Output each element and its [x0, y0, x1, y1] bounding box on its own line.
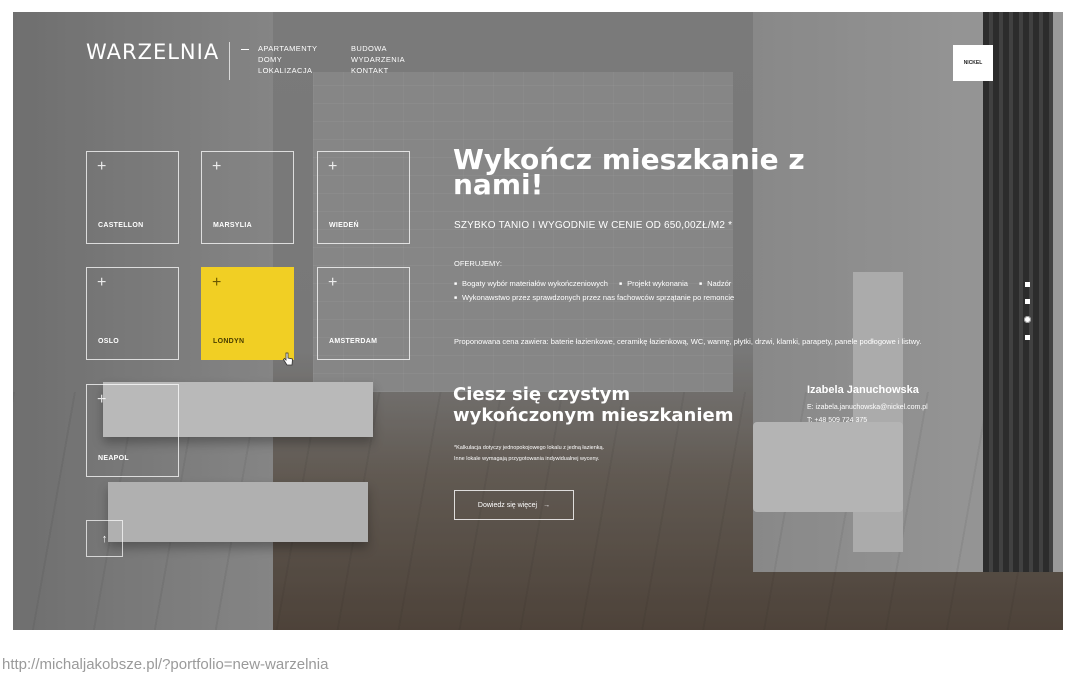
nav-link-apartamenty[interactable]: APARTAMENTY: [258, 43, 317, 54]
offer-item: Wykonawstwo przez sprawdzonych przez nas…: [454, 293, 734, 302]
hero-headline: Wykończ mieszkanie z nami!: [453, 143, 805, 201]
tile-neapol[interactable]: + NEAPOL: [86, 384, 179, 477]
offer-list: Bogaty wybór materiałów wykończeniowych …: [454, 277, 974, 305]
nav-link-wydarzenia[interactable]: WYDARZENIA: [351, 54, 405, 65]
nav-link-lokalizacja[interactable]: LOKALIZACJA: [258, 65, 317, 76]
plus-icon: +: [97, 274, 107, 291]
caption-url[interactable]: http://michaljakobsze.pl/?portfolio=new-…: [2, 657, 328, 673]
plus-icon: +: [212, 158, 222, 175]
tile-castellon[interactable]: + CASTELLON: [86, 151, 179, 244]
calculation-note: *Kalkulacja dotyczy jednopokojowego loka…: [454, 443, 754, 465]
slider-dots: [1024, 282, 1031, 352]
main-nav-col2: BUDOWA WYDARZENIA KONTAKT: [351, 43, 405, 76]
nickel-logo-text: NICKEL: [963, 60, 983, 66]
calculation-note-line: *Kalkulacja dotyczy jednopokojowego loka…: [454, 445, 605, 451]
contact-phone[interactable]: T: +48 509 724 375: [807, 414, 997, 427]
tile-label: CASTELLON: [98, 222, 144, 229]
slider-dot-active[interactable]: [1024, 316, 1031, 323]
plus-icon: +: [97, 158, 107, 175]
site-logo[interactable]: WARZELNIA: [86, 40, 219, 64]
slider-dot[interactable]: [1025, 299, 1030, 304]
arrow-right-icon: →: [543, 501, 551, 509]
hero-subhead: Ciesz się czystym wykończonym mieszkanie…: [453, 384, 734, 426]
offer-item: Projekt wykonania: [619, 279, 688, 288]
nav-link-budowa[interactable]: BUDOWA: [351, 43, 405, 54]
tile-marsylia[interactable]: + MARSYLIA: [201, 151, 294, 244]
offer-label: OFERUJEMY:: [454, 259, 502, 268]
learn-more-label: Dowiedz się więcej: [477, 501, 538, 509]
nav-link-kontakt[interactable]: KONTAKT: [351, 65, 405, 76]
scroll-up-button[interactable]: ↑: [86, 520, 123, 557]
tile-label: OSLO: [98, 338, 120, 345]
slider-dot[interactable]: [1025, 282, 1030, 287]
offer-item: Nadzór: [699, 279, 731, 288]
plus-icon: +: [212, 274, 222, 291]
plus-icon: +: [97, 391, 107, 408]
contact-email[interactable]: E: izabela.januchowska@nickel.com.pl: [807, 401, 997, 414]
calculation-note-line: Inne lokale wymagają przygotowania indyw…: [454, 456, 600, 462]
tile-label: WIEDEŃ: [329, 222, 359, 229]
tile-oslo[interactable]: + OSLO: [86, 267, 179, 360]
slider-dot[interactable]: [1025, 335, 1030, 340]
tile-label: AMSTERDAM: [329, 338, 378, 345]
price-note: Proponowana cena zawiera: baterie łazien…: [454, 337, 922, 346]
nav-dash: [241, 49, 249, 50]
hero-tagline: SZYBKO TANIO I WYGODNIE W CENIE OD 650,0…: [454, 220, 733, 231]
offer-item: Bogaty wybór materiałów wykończeniowych: [454, 279, 608, 288]
arrow-up-icon: ↑: [101, 532, 108, 545]
plus-icon: +: [328, 274, 338, 291]
hand-cursor-icon: [283, 352, 293, 366]
contact-block: Izabela Januchowska E: izabela.januchows…: [807, 384, 997, 427]
tile-label: LONDYN: [213, 338, 245, 345]
tile-amsterdam[interactable]: + AMSTERDAM: [317, 267, 410, 360]
main-nav-col1: APARTAMENTY DOMY LOKALIZACJA: [258, 43, 317, 76]
tile-label: NEAPOL: [98, 455, 129, 462]
contact-name: Izabela Januchowska: [807, 384, 919, 396]
nickel-logo[interactable]: NICKEL: [953, 45, 993, 81]
plus-icon: +: [328, 158, 338, 175]
tile-londyn[interactable]: + LONDYN: [201, 267, 294, 360]
tile-label: MARSYLIA: [213, 222, 252, 229]
nav-divider: [229, 42, 230, 80]
nav-link-domy[interactable]: DOMY: [258, 54, 317, 65]
hero-screenshot: WARZELNIA APARTAMENTY DOMY LOKALIZACJA B…: [13, 12, 1063, 630]
learn-more-button[interactable]: Dowiedz się więcej →: [454, 490, 574, 520]
tile-wieden[interactable]: + WIEDEŃ: [317, 151, 410, 244]
